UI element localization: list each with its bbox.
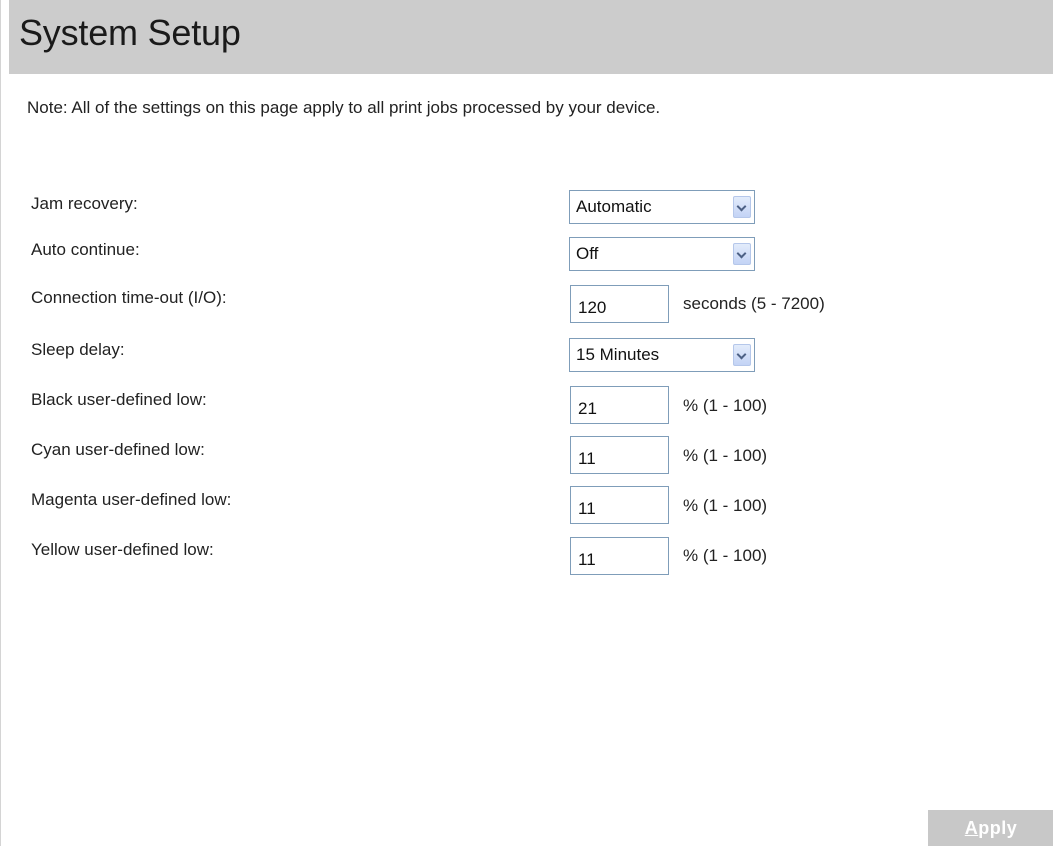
connection-timeout-input[interactable] bbox=[570, 285, 669, 323]
magenta-low-input[interactable] bbox=[570, 486, 669, 524]
sleep-delay-label: Sleep delay: bbox=[31, 340, 125, 359]
jam-recovery-select[interactable]: Automatic bbox=[569, 190, 755, 224]
yellow-low-input[interactable] bbox=[570, 537, 669, 575]
cyan-low-input[interactable] bbox=[570, 436, 669, 474]
apply-button[interactable]: Apply bbox=[928, 810, 1053, 846]
chevron-down-icon[interactable] bbox=[733, 344, 751, 366]
apply-button-label: pply bbox=[978, 818, 1018, 838]
page-title: System Setup bbox=[19, 12, 241, 53]
cyan-low-label: Cyan user-defined low: bbox=[31, 440, 205, 459]
black-low-unit: % (1 - 100) bbox=[683, 396, 768, 415]
chevron-down-icon[interactable] bbox=[733, 196, 751, 218]
yellow-low-unit: % (1 - 100) bbox=[683, 546, 768, 565]
auto-continue-select[interactable]: Off bbox=[569, 237, 755, 271]
connection-timeout-unit: seconds (5 - 7200) bbox=[683, 294, 825, 313]
auto-continue-value: Off bbox=[576, 244, 599, 263]
black-low-input[interactable] bbox=[570, 386, 669, 424]
settings-note: Note: All of the settings on this page a… bbox=[27, 98, 661, 117]
yellow-low-label: Yellow user-defined low: bbox=[31, 540, 214, 559]
page-header: System Setup bbox=[9, 0, 1053, 74]
apply-button-accelerator: A bbox=[964, 818, 979, 838]
auto-continue-label: Auto continue: bbox=[31, 240, 140, 259]
sleep-delay-value: 15 Minutes bbox=[576, 345, 660, 364]
connection-timeout-label: Connection time-out (I/O): bbox=[31, 288, 227, 307]
black-low-label: Black user-defined low: bbox=[31, 390, 207, 409]
cyan-low-unit: % (1 - 100) bbox=[683, 446, 768, 465]
magenta-low-unit: % (1 - 100) bbox=[683, 496, 768, 515]
jam-recovery-label: Jam recovery: bbox=[31, 194, 138, 213]
magenta-low-label: Magenta user-defined low: bbox=[31, 490, 232, 509]
jam-recovery-value: Automatic bbox=[576, 197, 652, 216]
sleep-delay-select[interactable]: 15 Minutes bbox=[569, 338, 755, 372]
system-setup-page: System Setup Note: All of the settings o… bbox=[0, 0, 1053, 846]
chevron-down-icon[interactable] bbox=[733, 243, 751, 265]
